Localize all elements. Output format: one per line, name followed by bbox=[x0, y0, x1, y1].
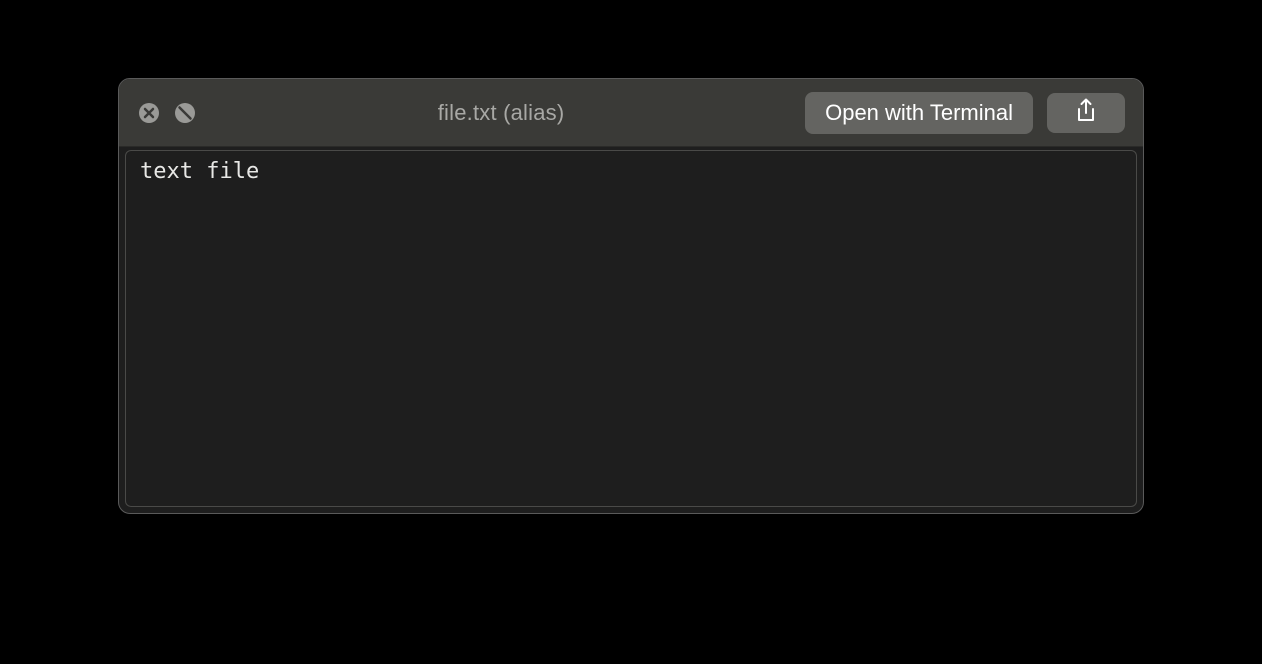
titlebar: file.txt (alias) Open with Terminal bbox=[119, 79, 1143, 147]
fullscreen-disabled-icon bbox=[173, 101, 197, 125]
share-icon bbox=[1075, 98, 1097, 127]
file-content-area: text file bbox=[125, 150, 1137, 507]
open-with-terminal-button[interactable]: Open with Terminal bbox=[805, 92, 1033, 134]
quick-look-window: file.txt (alias) Open with Terminal text… bbox=[118, 78, 1144, 514]
window-title: file.txt (alias) bbox=[209, 100, 793, 126]
share-button[interactable] bbox=[1047, 93, 1125, 133]
close-icon[interactable] bbox=[137, 101, 161, 125]
titlebar-left-controls bbox=[137, 101, 197, 125]
titlebar-right-controls: Open with Terminal bbox=[805, 92, 1125, 134]
